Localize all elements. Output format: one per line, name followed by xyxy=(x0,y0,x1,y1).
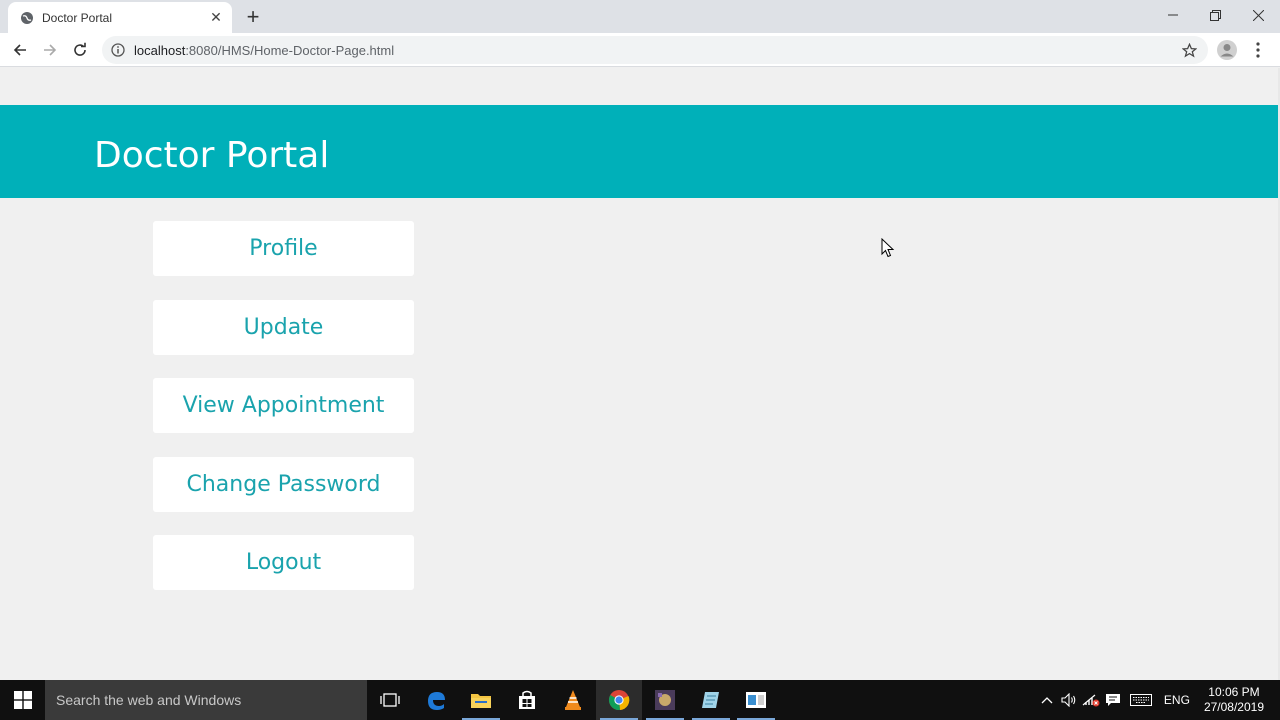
profile-button[interactable]: Profile xyxy=(153,221,414,276)
url-text: localhost:8080/HMS/Home-Doctor-Page.html xyxy=(134,43,394,58)
action-center-icon[interactable] xyxy=(1102,680,1124,720)
update-button[interactable]: Update xyxy=(153,299,414,355)
doctor-menu: Profile Update View Appointment Change P… xyxy=(153,221,414,614)
forward-arrow-icon[interactable] xyxy=(37,37,63,63)
windows-taskbar: Search the web and Windows ENG 10:06 PM … xyxy=(0,680,1280,720)
profile-avatar-icon[interactable] xyxy=(1216,39,1238,61)
reload-icon[interactable] xyxy=(67,37,93,63)
browser-toolbar: localhost:8080/HMS/Home-Doctor-Page.html xyxy=(0,33,1280,67)
tab-close-icon[interactable]: ✕ xyxy=(204,6,228,30)
clock[interactable]: 10:06 PM 27/08/2019 xyxy=(1204,685,1264,715)
volume-icon[interactable] xyxy=(1058,680,1080,720)
network-warning-icon[interactable] xyxy=(1080,680,1102,720)
vlc-icon[interactable] xyxy=(550,680,596,720)
mouse-cursor-icon xyxy=(881,237,895,258)
restore-icon[interactable] xyxy=(1194,0,1237,30)
back-arrow-icon[interactable] xyxy=(7,37,33,63)
header-banner: Doctor Portal xyxy=(0,105,1278,198)
system-tray: ENG 10:06 PM 27/08/2019 xyxy=(1036,680,1280,720)
clock-time: 10:06 PM xyxy=(1208,685,1260,699)
close-window-icon[interactable] xyxy=(1237,0,1280,30)
new-tab-icon[interactable]: + xyxy=(240,4,266,30)
minimize-icon[interactable] xyxy=(1151,0,1194,30)
change-password-button[interactable]: Change Password xyxy=(153,456,414,512)
clock-date: 27/08/2019 xyxy=(1203,700,1264,714)
window-icon[interactable] xyxy=(733,680,779,720)
chrome-icon[interactable] xyxy=(596,680,642,720)
edge-icon[interactable] xyxy=(413,680,459,720)
globe-icon xyxy=(20,11,34,25)
info-icon[interactable] xyxy=(110,42,126,58)
windows-start-icon[interactable] xyxy=(0,680,45,720)
logout-button[interactable]: Logout xyxy=(153,535,414,590)
taskbar-search-box[interactable]: Search the web and Windows xyxy=(45,680,367,720)
bookmark-star-icon[interactable] xyxy=(1180,41,1198,59)
page-title: Doctor Portal xyxy=(94,135,330,176)
browser-tab[interactable]: Doctor Portal ✕ xyxy=(8,2,232,33)
notepad-icon[interactable] xyxy=(688,680,734,720)
tab-title: Doctor Portal xyxy=(42,10,113,25)
language-indicator[interactable]: ENG xyxy=(1158,680,1196,720)
view-appointment-button[interactable]: View Appointment xyxy=(153,378,414,433)
file-explorer-icon[interactable] xyxy=(458,680,504,720)
more-menu-icon[interactable] xyxy=(1250,38,1266,62)
chevron-up-icon[interactable] xyxy=(1036,680,1058,720)
store-icon[interactable] xyxy=(504,680,550,720)
keyboard-icon[interactable] xyxy=(1124,680,1158,720)
address-bar[interactable]: localhost:8080/HMS/Home-Doctor-Page.html xyxy=(102,36,1208,64)
url-host: localhost xyxy=(134,42,186,58)
url-path: :8080/HMS/Home-Doctor-Page.html xyxy=(185,42,395,58)
app-icon[interactable] xyxy=(642,680,688,720)
page-viewport: Doctor Portal Profile Update View Appoin… xyxy=(0,68,1278,680)
task-view-icon[interactable] xyxy=(367,680,413,720)
browser-titlebar: Doctor Portal ✕ + xyxy=(0,0,1280,33)
